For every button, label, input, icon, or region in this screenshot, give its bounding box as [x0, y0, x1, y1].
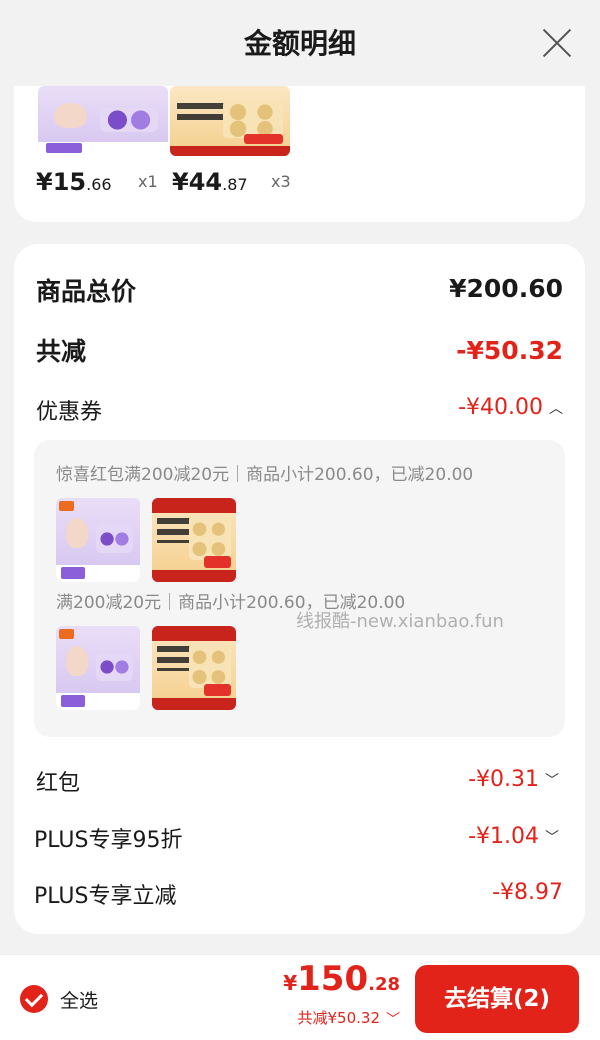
- page-title: 金额明细: [243, 27, 356, 60]
- footer-bar: 全选 ¥150.28 共减¥50.32 ﹀ 去结算(2): [0, 954, 600, 1040]
- total-label: 商品总价: [36, 277, 137, 306]
- total-reduce-toggle[interactable]: 共减¥50.32 ﹀: [298, 1007, 401, 1029]
- product-thumbnail-tissue[interactable]: [170, 86, 290, 156]
- reduce-label: 共减: [36, 337, 87, 366]
- plus-discount-label: PLUS专享95折: [34, 828, 183, 853]
- checkout-button[interactable]: 去结算(2): [415, 965, 579, 1033]
- chevron-down-icon: ﹀: [386, 1011, 400, 1028]
- coupon-label: 优惠券: [36, 400, 103, 425]
- select-all-label[interactable]: 全选: [60, 986, 98, 1013]
- chevron-down-icon: ﹀: [545, 830, 559, 846]
- chevron-down-icon: ﹀: [545, 773, 559, 789]
- product-quantity: x1: [138, 172, 158, 191]
- plus-reduce-label: PLUS专享立减: [34, 884, 177, 909]
- coupon-product-thumbnail-laundry: [56, 626, 140, 710]
- reduce-value: -¥50.32: [456, 336, 563, 365]
- select-all-checkbox[interactable]: [20, 985, 48, 1013]
- total-value: ¥200.60: [449, 274, 563, 303]
- redpacket-label: 红包: [36, 771, 81, 796]
- close-icon[interactable]: [542, 28, 572, 58]
- plus-discount-value: -¥1.04: [468, 824, 539, 849]
- coupon-product-thumbnail-tissue: [152, 498, 236, 582]
- chevron-up-icon: ︿: [549, 401, 563, 417]
- coupon-product-thumbnail-tissue: [152, 626, 236, 710]
- total-price: ¥150.28: [283, 959, 400, 999]
- product-price: ¥15.66: [36, 168, 112, 196]
- plus-reduce-value: -¥8.97: [492, 880, 563, 905]
- product-card: ¥15.66 x1 ¥44.87 x3: [14, 86, 585, 222]
- product-quantity: x3: [271, 172, 291, 191]
- redpacket-toggle[interactable]: -¥0.31 ﹀: [468, 767, 559, 792]
- product-thumbnail-laundry[interactable]: [38, 86, 168, 156]
- coupon-detail-line: 惊喜红包满200减20元｜商品小计200.60，已减20.00: [56, 465, 474, 485]
- header: 金额明细: [0, 0, 600, 86]
- coupon-detail-box: 惊喜红包满200减20元｜商品小计200.60，已减20.00 满200减20元…: [34, 440, 565, 737]
- total-reduce-text: 共减¥50.32: [297, 1009, 381, 1027]
- coupon-product-thumbnail-laundry: [56, 498, 140, 582]
- product-price: ¥44.87: [172, 168, 248, 196]
- redpacket-value: -¥0.31: [468, 767, 539, 792]
- amount-detail-card: 商品总价 ¥200.60 共减 -¥50.32 优惠券 -¥40.00 ︿ 惊喜红…: [14, 244, 585, 934]
- coupon-value: -¥40.00: [458, 395, 543, 420]
- plus-discount-toggle[interactable]: -¥1.04 ﹀: [468, 824, 559, 849]
- coupon-toggle[interactable]: -¥40.00 ︿: [458, 395, 563, 420]
- watermark: 线报酷-new.xianbao.fun: [296, 611, 504, 632]
